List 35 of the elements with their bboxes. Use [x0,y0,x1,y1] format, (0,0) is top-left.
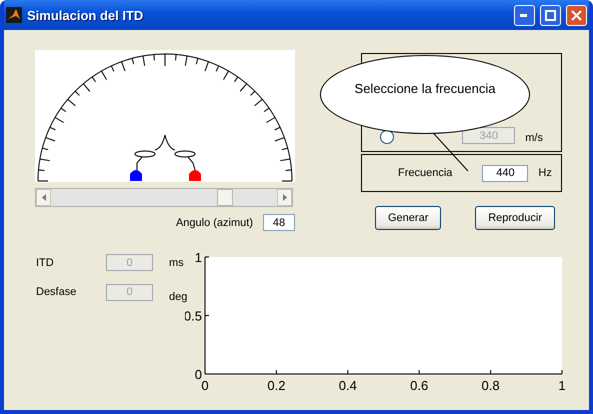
left-arrow-icon [42,194,46,201]
matlab-logo-icon [6,7,22,23]
y-tick-label: 0 [194,367,202,382]
frequency-field[interactable]: 440 [482,164,528,182]
azimuth-slider[interactable] [35,188,293,207]
x-tick-label: 1 [558,378,566,393]
action-button[interactable]: Generar [375,206,442,230]
slider-thumb[interactable] [217,189,234,206]
result-label: ITD [36,256,55,268]
scroll-right-button[interactable] [277,189,292,206]
angle-label: Angulo (azimut) [176,216,253,228]
right-arrow-icon [282,194,286,201]
result-unit: ms [169,256,185,268]
frequency-label: Frecuencia [398,167,452,179]
minimize-icon [520,14,529,16]
maximize-icon [545,10,556,20]
maximize-button[interactable] [540,4,561,26]
frequency-unit: Hz [538,167,552,179]
callout-text: Seleccione la frecuencia [354,81,496,96]
speed-unit: m/s [525,132,543,144]
x-tick-label: 0.8 [482,378,500,393]
x-tick-label: 0 [201,378,209,393]
result-label: Desfase [36,286,78,298]
window-title: Simulacion del ITD [27,8,144,22]
y-tick-label: 1 [194,250,202,265]
x-tick-label: 0.4 [338,378,357,393]
close-icon [571,10,582,20]
action-button[interactable]: Reproducir [475,206,555,230]
close-button[interactable] [566,4,587,26]
angle-field[interactable]: 48 [263,214,295,231]
result-unit: deg [169,291,188,303]
x-tick-label: 0.2 [267,378,286,393]
minimize-button[interactable] [514,4,535,26]
x-tick-label: 0.6 [410,378,428,393]
scroll-left-button[interactable] [36,189,51,206]
